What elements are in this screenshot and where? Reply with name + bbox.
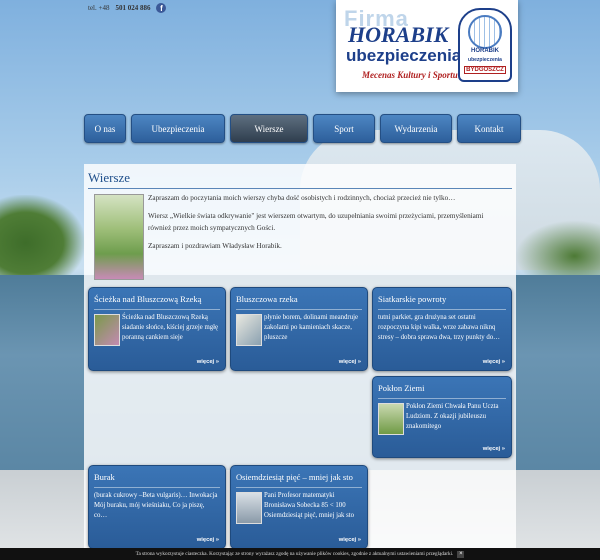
nav-item-kontakt[interactable]: Kontakt: [457, 114, 521, 143]
poem-card-poklon-ziemi[interactable]: Pokłon Ziemi Pokłon Ziemi Chwała Panu Uc…: [372, 376, 512, 458]
logo-tagline: Mecenas Kultury i Sportu: [362, 70, 458, 80]
intro-paragraph: Zapraszam do poczytania moich wierszy ch…: [148, 194, 456, 202]
card-title[interactable]: Burak: [94, 472, 220, 482]
nav-item-o-nas[interactable]: O nas: [84, 114, 126, 143]
card-excerpt: płynie borem, dolinami meandruje zakolam…: [264, 314, 358, 341]
background-trees-left: [0, 195, 85, 275]
card-image[interactable]: [236, 492, 262, 524]
card-title[interactable]: Osiemdziesiąt pięć – mniej jak sto: [236, 472, 362, 482]
intro-paragraph: Wiersz „Wielkie świata odkrywanie" jest …: [148, 212, 484, 232]
card-title[interactable]: Pokłon Ziemi: [378, 383, 506, 393]
background-trees-right: [515, 220, 600, 280]
content-panel: Wiersze Zapraszam do poczytania moich wi…: [84, 164, 516, 556]
more-link[interactable]: więcej »: [483, 359, 505, 365]
card-image[interactable]: [94, 314, 120, 346]
logo-badge: HORABIK ubezpieczenia BYDGOSZCZ: [458, 8, 512, 82]
cookie-text: Ta strona wykorzystuje ciasteczka. Korzy…: [135, 551, 454, 557]
facebook-icon[interactable]: f: [156, 3, 167, 13]
card-excerpt: Ścieżka nad Bluszczową Rzeką siadanie sł…: [122, 314, 219, 341]
more-link[interactable]: więcej »: [197, 359, 219, 365]
card-excerpt: (burak cukrowy –Beta vulgaris)… Inwokacj…: [94, 492, 218, 519]
cookie-bar: Ta strona wykorzystuje ciasteczka. Korzy…: [0, 548, 600, 560]
more-link[interactable]: więcej »: [339, 359, 361, 365]
top-contact-bar: tel. +48 501 024 886 f: [88, 3, 167, 13]
phone-prefix: tel. +48: [88, 4, 110, 12]
nav-item-ubezpieczenia[interactable]: Ubezpieczenia: [131, 114, 225, 143]
card-excerpt: Pani Profesor matematyki Bronisława Sobe…: [264, 492, 355, 519]
nav-item-wiersze[interactable]: Wiersze: [230, 114, 308, 143]
card-image[interactable]: [236, 314, 262, 346]
main-nav: O nas Ubezpieczenia Wiersze Sport Wydarz…: [84, 114, 521, 143]
card-divider: [236, 487, 362, 488]
card-divider: [94, 487, 220, 488]
page-title: Wiersze: [88, 170, 131, 185]
card-title[interactable]: Bluszczowa rzeka: [236, 294, 362, 304]
card-divider: [378, 398, 506, 399]
card-divider: [378, 309, 506, 310]
card-divider: [236, 309, 362, 310]
badge-city: BYDGOSZCZ: [464, 66, 506, 74]
intro-paragraph: Zapraszam i pozdrawiam Władysław Horabik…: [148, 242, 282, 250]
more-link[interactable]: więcej »: [339, 537, 361, 543]
logo-brand-text: HORABIK: [348, 22, 449, 47]
card-excerpt: Pokłon Ziemi Chwała Panu Uczta Ludziom. …: [406, 403, 499, 430]
poem-card-sciezka[interactable]: Ścieżka nad Bluszczową Rzeką Ścieżka nad…: [88, 287, 226, 371]
close-icon[interactable]: ×: [457, 550, 465, 558]
more-link[interactable]: więcej »: [197, 537, 219, 543]
poem-card-siatkarskie-powroty[interactable]: Siatkarskie powroty tutni parkiet, gra d…: [372, 287, 512, 371]
nav-item-wydarzenia[interactable]: Wydarzenia: [380, 114, 452, 143]
title-divider: [88, 188, 512, 189]
badge-brand: HORABIK: [471, 48, 499, 54]
card-excerpt: tutni parkiet, gra drużyna set ostatni r…: [378, 314, 500, 341]
globe-icon: [468, 15, 502, 49]
more-link[interactable]: więcej »: [483, 446, 505, 452]
intro-text: Zapraszam do poczytania moich wierszy ch…: [148, 192, 508, 258]
phone-number[interactable]: 501 024 886: [115, 4, 150, 12]
card-title[interactable]: Siatkarskie powroty: [378, 294, 506, 304]
poem-card-bluszczowa-rzeka[interactable]: Bluszczowa rzeka płynie borem, dolinami …: [230, 287, 368, 371]
poem-card-osiemdziesiat-piec[interactable]: Osiemdziesiąt pięć – mniej jak sto Pani …: [230, 465, 368, 549]
poem-card-burak[interactable]: Burak (burak cukrowy –Beta vulgaris)… In…: [88, 465, 226, 549]
card-divider: [94, 309, 220, 310]
badge-subtitle: ubezpieczenia: [468, 57, 502, 63]
card-title[interactable]: Ścieżka nad Bluszczową Rzeką: [94, 294, 220, 304]
nav-item-sport[interactable]: Sport: [313, 114, 375, 143]
card-image[interactable]: [378, 403, 404, 435]
intro-image: [94, 194, 144, 280]
logo-ubezpieczenia-text: ubezpieczenia: [346, 46, 462, 65]
